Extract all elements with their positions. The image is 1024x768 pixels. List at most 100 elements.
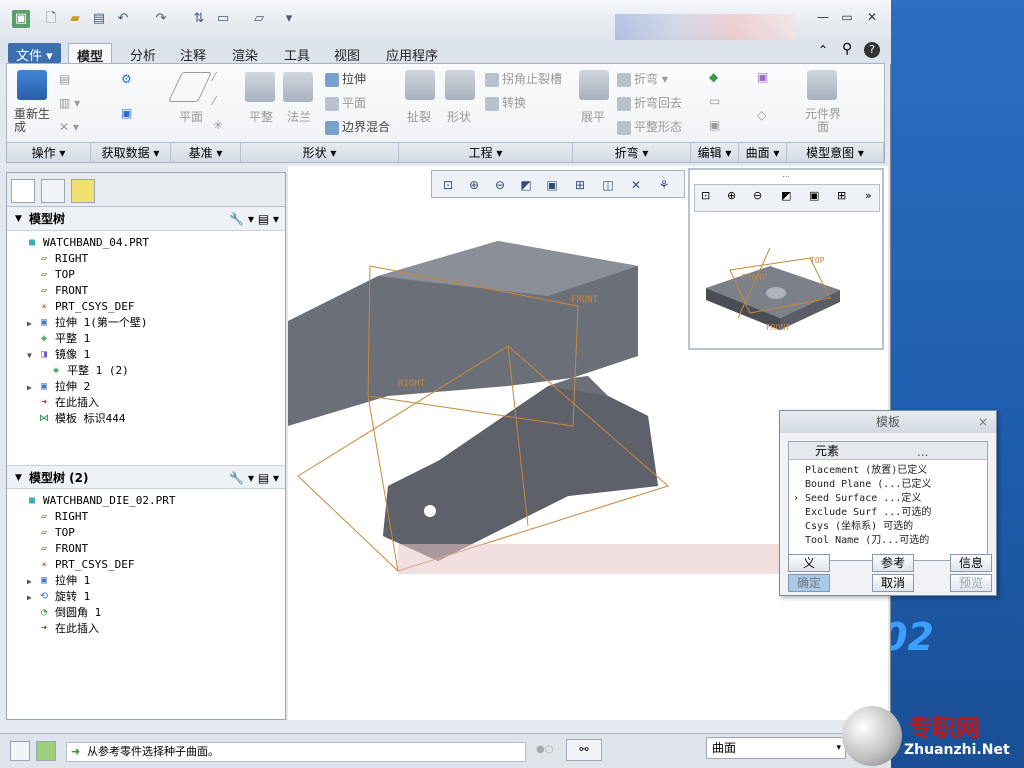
tab-annotate[interactable]: 注释 (172, 43, 214, 64)
tree-node[interactable]: ▱ RIGHT (27, 251, 88, 267)
axis-icon[interactable]: ⁄ (213, 70, 215, 84)
show-browser-icon[interactable] (36, 741, 56, 761)
tree-2-settings-icon[interactable]: 🔧 ▾ ▤ ▾ (229, 466, 279, 490)
group-model-intent[interactable]: 模型意图 ▾ (787, 142, 884, 162)
boundary-blend-button[interactable]: 边界混合 (325, 118, 390, 135)
mini-repaint-icon[interactable]: ◩ (781, 189, 791, 202)
flat-big-icon[interactable] (245, 72, 275, 102)
expand-toggle-icon[interactable]: ▶ (27, 316, 37, 332)
mini-refit-icon[interactable]: ⊡ (701, 189, 710, 202)
tree-node[interactable]: ▱ TOP (27, 525, 75, 541)
tab-tools[interactable]: 工具 (276, 43, 318, 64)
plane2-button[interactable]: 平面 (325, 94, 366, 111)
info-button[interactable]: 信息 (950, 554, 992, 572)
show-navigator-icon[interactable] (10, 741, 30, 761)
flange-button[interactable]: 法兰 (287, 108, 311, 125)
folder-browser-tab-icon[interactable] (41, 179, 65, 203)
close-button[interactable]: ✕ (861, 10, 883, 28)
tree-node[interactable]: ➜ 在此插入 (27, 621, 99, 637)
element-row[interactable]: Bound Plane (...已定义 (789, 478, 987, 492)
redo-icon[interactable]: ↷ (152, 10, 170, 28)
collapse-ribbon-icon[interactable]: ⌃ (818, 43, 828, 57)
tab-view[interactable]: 视图 (326, 43, 368, 64)
dialog-close-icon[interactable]: × (978, 411, 988, 433)
flat-button[interactable]: 平整 (249, 108, 273, 125)
saved-views-icon[interactable]: ⊞ (570, 175, 590, 195)
flange-big-icon[interactable] (283, 72, 313, 102)
mini-more-icon[interactable]: » (865, 189, 872, 202)
group-shape[interactable]: 形状 ▾ (241, 142, 399, 162)
bend-button[interactable]: 折弯 ▾ (617, 70, 668, 87)
mirror-edit-icon[interactable]: ▭ (709, 94, 720, 108)
form-button[interactable]: 形状 (447, 108, 471, 125)
expand-toggle-icon[interactable]: ▶ (27, 380, 37, 396)
tree-node[interactable]: ◔ 倒圆角 1 (27, 605, 101, 621)
help-icon[interactable]: ? (864, 42, 880, 58)
group-datum[interactable]: 基准 ▾ (171, 142, 241, 162)
tab-file[interactable]: 文件 ▾ (8, 43, 61, 64)
convert-button[interactable]: 转换 (485, 94, 526, 111)
merge-icon[interactable]: ▣ (709, 118, 720, 132)
tab-model[interactable]: 模型 (68, 43, 113, 65)
tree-node[interactable]: ▶ ▣ 拉伸 1(第一个壁) (27, 315, 148, 331)
collapse-arrow-icon[interactable]: ▼ (15, 207, 22, 231)
group-surfaces[interactable]: 曲面 ▾ (739, 142, 787, 162)
tree-node[interactable]: ⋈ 模板 标识444 (27, 411, 126, 427)
refs-button[interactable]: 参考 (872, 554, 914, 572)
group-get-data[interactable]: 获取数据 ▾ (91, 142, 171, 162)
model-tree-tab-icon[interactable] (11, 179, 35, 203)
group-bend[interactable]: 折弯 ▾ (573, 142, 691, 162)
element-row[interactable]: Placement (放置)已定义 (789, 464, 987, 478)
minimize-button[interactable]: — (812, 10, 834, 28)
rip-big-icon[interactable] (405, 70, 435, 100)
reference-part-view[interactable]: TOP RIGHT FRONT (690, 218, 882, 348)
component-interface-big-icon[interactable] (807, 70, 837, 100)
extrude-button[interactable]: 拉伸 (325, 70, 366, 87)
mini-saved-views-icon[interactable]: ⊞ (837, 189, 846, 202)
tree-node[interactable]: ■ WATCHBAND_DIE_02.PRT (15, 493, 175, 509)
refit-icon[interactable]: ⊡ (438, 175, 458, 195)
unbend-big-icon[interactable] (579, 70, 609, 100)
tree-node[interactable]: ▱ FRONT (27, 541, 88, 557)
zoom-in-icon[interactable]: ⊕ (464, 175, 484, 195)
repaint-icon[interactable]: ◩ (516, 175, 536, 195)
undo-icon[interactable]: ↶ (114, 10, 132, 28)
search-icon[interactable]: ⚲ (842, 41, 852, 57)
collapse-arrow-2-icon[interactable]: ▼ (15, 466, 22, 490)
cancel-button[interactable]: 取消 (872, 574, 914, 592)
tree-node[interactable]: ▶ ▣ 拉伸 2 (27, 379, 90, 395)
tree-node[interactable]: ▱ TOP (27, 267, 75, 283)
element-row[interactable]: › Seed Surface ...定义 (789, 492, 987, 506)
find-icon[interactable]: ⚯ (566, 739, 602, 761)
new-icon[interactable]: 🗋 (42, 10, 60, 28)
tree-node[interactable]: ▱ FRONT (27, 283, 88, 299)
save-icon[interactable]: ▤ (90, 10, 108, 28)
ok-button[interactable]: 确定 (788, 574, 830, 592)
tree-node[interactable]: ▶ ⟲ 旋转 1 (27, 589, 90, 605)
tree-node[interactable]: ▱ RIGHT (27, 509, 88, 525)
element-row[interactable]: Tool Name (刀...可选的 (789, 534, 987, 548)
component-interface-button[interactable]: 元件界面 (804, 108, 842, 134)
zoom-out-icon[interactable]: ⊖ (490, 175, 510, 195)
datum-display-icon[interactable]: ✕ (626, 175, 646, 195)
tab-applications[interactable]: 应用程序 (378, 43, 446, 64)
spin-center-icon[interactable]: ⚘ (654, 175, 674, 195)
expand-toggle-icon[interactable]: ▶ (27, 574, 37, 590)
paste-icon[interactable]: ▥ ▾ (59, 96, 80, 110)
mini-zoom-in-icon[interactable]: ⊕ (727, 189, 736, 202)
tab-analysis[interactable]: 分析 (122, 43, 164, 64)
csys-small-icon[interactable]: ✳ (213, 118, 223, 132)
group-editing[interactable]: 编辑 ▾ (691, 142, 739, 162)
mini-display-style-icon[interactable]: ▣ (809, 189, 819, 202)
tree-node[interactable]: ▶ ▣ 拉伸 1 (27, 573, 90, 589)
tree-node[interactable]: ✳ PRT_CSYS_DEF (27, 299, 135, 315)
delete-icon[interactable]: ✕ ▾ (59, 120, 79, 134)
tree-node[interactable]: ◈ 平整 1 (27, 331, 90, 347)
tree-node[interactable]: ◈ 平整 1 (2) (39, 363, 129, 379)
regenerate-button[interactable]: 重新生成 (14, 108, 54, 134)
tree-node[interactable]: ■ WATCHBAND_04.PRT (15, 235, 149, 251)
display-style-icon[interactable]: ▣ (542, 175, 562, 195)
fill-surface-icon[interactable]: ▣ (757, 70, 768, 84)
maximize-button[interactable]: ▭ (836, 10, 858, 28)
preview-button[interactable]: 预览 (950, 574, 992, 592)
